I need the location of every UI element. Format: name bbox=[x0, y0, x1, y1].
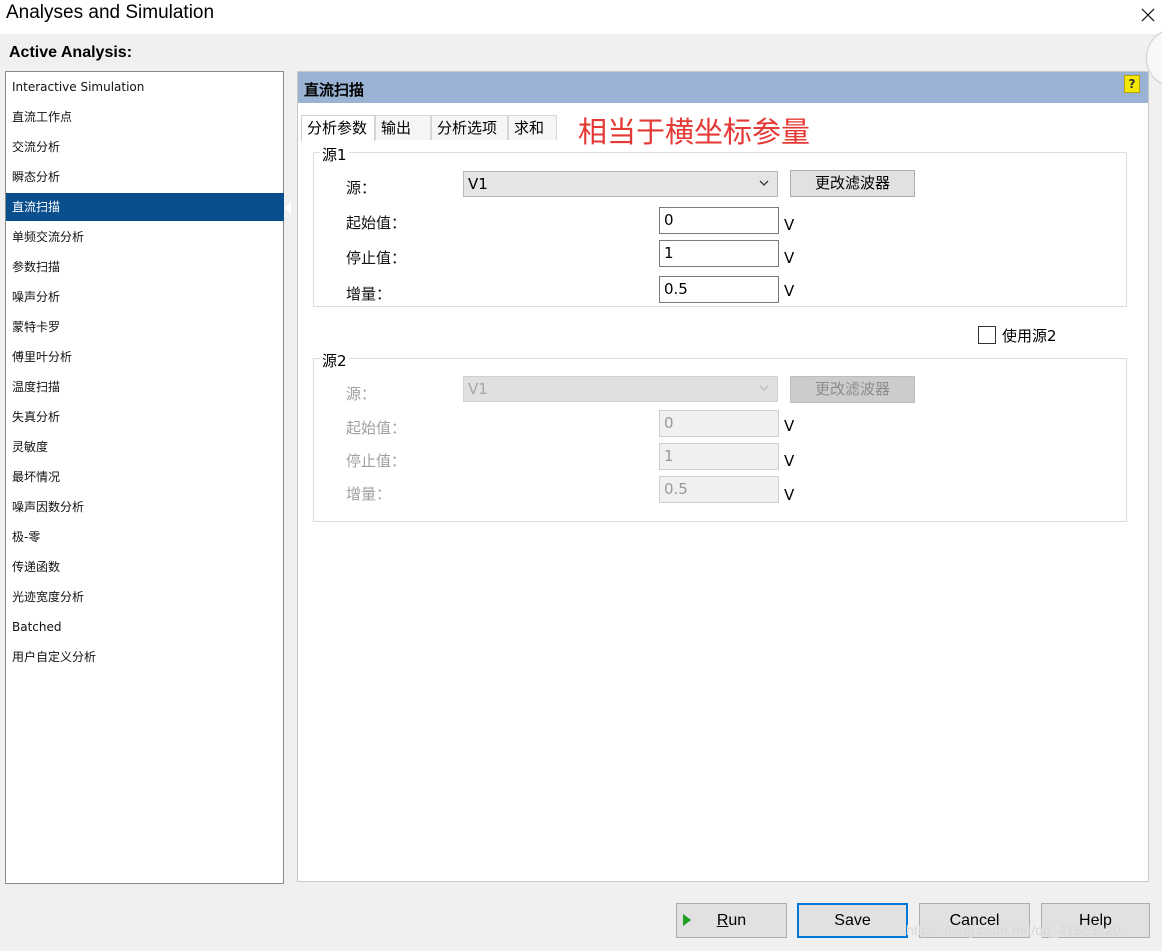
analysis-list-item[interactable]: Batched bbox=[6, 613, 284, 641]
source2-source-label: 源： bbox=[346, 385, 377, 403]
source1-increment-input[interactable]: 0.5 bbox=[659, 276, 779, 303]
source1-group: 源1 源： V1 更改滤波器 起始值： 0 V 停止值： 1 V 增量： 0.5… bbox=[313, 144, 1127, 307]
source2-start-input: 0 bbox=[659, 410, 779, 437]
source1-increment-label: 增量： bbox=[346, 285, 392, 303]
title-bar: Analyses and Simulation bbox=[0, 0, 1162, 34]
analysis-list-item[interactable]: 温度扫描 bbox=[6, 373, 284, 401]
analysis-list-item[interactable]: 单频交流分析 bbox=[6, 223, 284, 251]
source2-group: 源2 源： V1 更改滤波器 起始值： 0 V 停止值： 1 V 增量： 0.5… bbox=[313, 350, 1127, 522]
analysis-list-item[interactable]: 用户自定义分析 bbox=[6, 643, 284, 671]
analysis-list-item[interactable]: 直流扫描 bbox=[6, 193, 291, 221]
source1-title: 源1 bbox=[320, 144, 349, 165]
source2-title: 源2 bbox=[320, 350, 349, 371]
source1-start-unit: V bbox=[784, 216, 795, 234]
close-icon[interactable] bbox=[1137, 4, 1159, 26]
panel-header: 直流扫描 ? bbox=[298, 72, 1148, 103]
source1-source-value: V1 bbox=[468, 175, 488, 193]
save-button[interactable]: Save bbox=[797, 903, 908, 938]
analysis-list-item[interactable]: 直流工作点 bbox=[6, 103, 284, 131]
source1-change-filter-button[interactable]: 更改滤波器 bbox=[790, 170, 915, 197]
source2-change-filter-button: 更改滤波器 bbox=[790, 376, 915, 403]
analysis-list-item[interactable]: 光迹宽度分析 bbox=[6, 583, 284, 611]
analysis-list-item[interactable]: 灵敏度 bbox=[6, 433, 284, 461]
tab-analysis-parameters[interactable]: 分析参数 bbox=[301, 115, 375, 141]
run-label: un bbox=[728, 912, 747, 929]
analysis-list-item[interactable]: 瞬态分析 bbox=[6, 163, 284, 191]
source1-source-select[interactable]: V1 bbox=[463, 171, 778, 197]
source2-stop-input: 1 bbox=[659, 443, 779, 470]
tab-analysis-options[interactable]: 分析选项 bbox=[431, 115, 508, 140]
source1-start-label: 起始值： bbox=[346, 214, 407, 232]
analysis-list-item-label: 直流扫描 bbox=[12, 200, 61, 214]
analysis-list-item[interactable]: 传递函数 bbox=[6, 553, 284, 581]
source1-stop-label: 停止值： bbox=[346, 249, 407, 267]
analysis-list-item[interactable]: 失真分析 bbox=[6, 403, 284, 431]
analysis-list-item[interactable]: Interactive Simulation bbox=[6, 73, 284, 101]
use-source2-checkbox[interactable] bbox=[978, 326, 996, 344]
analysis-list-item[interactable]: 参数扫描 bbox=[6, 253, 284, 281]
source2-source-value: V1 bbox=[468, 380, 488, 398]
chevron-down-icon bbox=[759, 180, 769, 186]
source2-increment-label: 增量： bbox=[346, 485, 392, 503]
window-title: Analyses and Simulation bbox=[6, 2, 215, 23]
analysis-list-item[interactable]: 极-零 bbox=[6, 523, 284, 551]
analysis-list-item[interactable]: 傅里叶分析 bbox=[6, 343, 284, 371]
run-accelerator: R bbox=[716, 912, 729, 929]
source2-start-label: 起始值： bbox=[346, 419, 407, 437]
source2-source-select: V1 bbox=[463, 376, 778, 402]
run-icon bbox=[683, 914, 691, 926]
source2-increment-input: 0.5 bbox=[659, 476, 779, 503]
source2-stop-unit: V bbox=[784, 452, 795, 470]
analysis-list-item[interactable]: 噪声因数分析 bbox=[6, 493, 284, 521]
analysis-list-item[interactable]: 交流分析 bbox=[6, 133, 284, 161]
analysis-list-item[interactable]: 噪声分析 bbox=[6, 283, 284, 311]
source2-stop-label: 停止值： bbox=[346, 452, 407, 470]
source1-increment-unit: V bbox=[784, 282, 795, 300]
source2-start-unit: V bbox=[784, 417, 795, 435]
watermark: https://blog.csdn.net/qq_41663820 bbox=[906, 922, 1121, 938]
selected-arrow-icon bbox=[284, 202, 291, 214]
analysis-list-item[interactable]: 蒙特卡罗 bbox=[6, 313, 284, 341]
source1-stop-input[interactable]: 1 bbox=[659, 240, 779, 267]
help-icon[interactable]: ? bbox=[1124, 75, 1140, 93]
tab-summary[interactable]: 求和 bbox=[508, 115, 557, 140]
source2-increment-unit: V bbox=[784, 486, 795, 504]
source1-source-label: 源： bbox=[346, 179, 377, 197]
run-button[interactable]: Run bbox=[676, 903, 787, 938]
panel-title: 直流扫描 bbox=[304, 81, 365, 99]
analysis-list-item[interactable]: 最坏情况 bbox=[6, 463, 284, 491]
source1-start-input[interactable]: 0 bbox=[659, 207, 779, 234]
source1-stop-unit: V bbox=[784, 249, 795, 267]
chevron-down-icon bbox=[759, 385, 769, 391]
analysis-list[interactable]: Interactive Simulation 直流工作点 交流分析 瞬态分析直流扫描单… bbox=[5, 71, 291, 884]
analysis-panel: 直流扫描 ? 分析参数 输出 分析选项 求和 相当于横坐标参量 源1 源： V1… bbox=[297, 71, 1149, 882]
use-source2-label: 使用源2 bbox=[1002, 327, 1057, 345]
active-analysis-label: Active Analysis: bbox=[9, 44, 133, 61]
tab-output[interactable]: 输出 bbox=[375, 115, 431, 140]
annotation-text: 相当于横坐标参量 bbox=[578, 115, 811, 149]
